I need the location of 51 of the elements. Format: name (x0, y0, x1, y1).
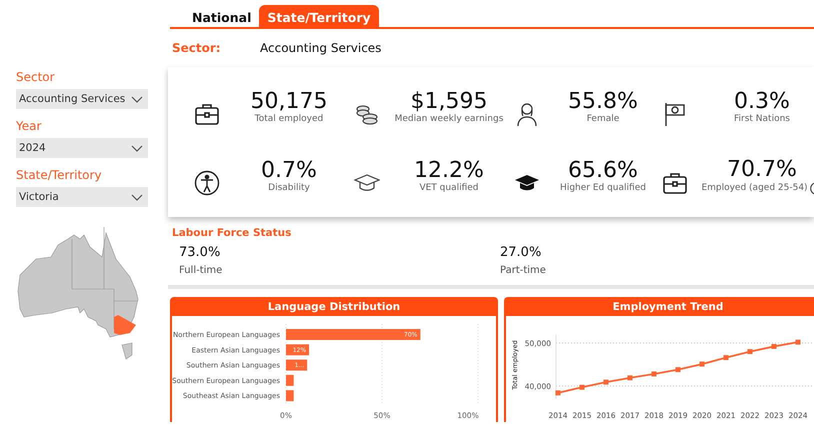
bar (286, 360, 308, 371)
bar (286, 344, 310, 356)
chevron-icon (131, 144, 143, 152)
section-title: Labour Force Status (172, 227, 292, 239)
sector-name: Accounting Services (260, 41, 382, 55)
kpi-label: Median weekly earnings (394, 114, 504, 124)
data-point (652, 371, 656, 376)
kpi-value: 0.7% (261, 158, 317, 183)
data-point (604, 380, 608, 385)
dropdown[interactable]: Victoria (16, 187, 148, 207)
chart-title: Language Distribution (172, 299, 496, 316)
kpi-label: Female (586, 114, 620, 124)
dropdown[interactable]: 2024 (16, 138, 148, 158)
kpi-value: 70.7% (727, 156, 797, 182)
kpi-value: 50,175 (250, 89, 328, 114)
status-label: Full-time (179, 265, 224, 276)
data-point (628, 375, 632, 380)
filter-label: Year (16, 119, 42, 133)
chevron-icon (131, 96, 143, 102)
dropdown[interactable]: Accounting Services (16, 89, 148, 109)
data-point (556, 390, 560, 396)
chart-title: Employment Trend (506, 299, 814, 316)
status-value: 27.0% (500, 245, 542, 260)
kpi-value: $1,595 (410, 89, 488, 114)
data-point (772, 344, 776, 349)
data-point (580, 384, 584, 390)
kpi-label: First Nations (734, 114, 790, 124)
filter-label: Sector (16, 70, 56, 84)
bar (286, 390, 294, 402)
kpi-value: 65.6% (568, 158, 638, 183)
kpi-label: Total employed (254, 114, 324, 124)
status-value: 73.0% (179, 245, 222, 260)
kpi-value: 55.8% (568, 89, 638, 114)
kpi-value: 12.2% (414, 158, 484, 183)
data-point (724, 355, 728, 360)
kpi-label: Higher Ed qualified (560, 183, 646, 193)
bar (286, 374, 294, 386)
kpi-label: VET qualified (419, 183, 479, 193)
data-point (748, 349, 752, 354)
kpi-label: Disability (268, 183, 310, 193)
kpi-value: 0.3% (734, 89, 790, 114)
accessibility-icon (194, 170, 220, 196)
chevron-icon (131, 194, 143, 200)
kpi-label: Employed (aged 25-54) (701, 183, 808, 193)
data-point (676, 367, 680, 372)
tab[interactable]: National (184, 5, 260, 27)
data-point (700, 362, 704, 367)
status-label: Part-time (500, 265, 547, 276)
sector-label: Sector: (172, 41, 222, 55)
data-point (796, 340, 800, 345)
filter-label: State/Territory (16, 168, 103, 182)
